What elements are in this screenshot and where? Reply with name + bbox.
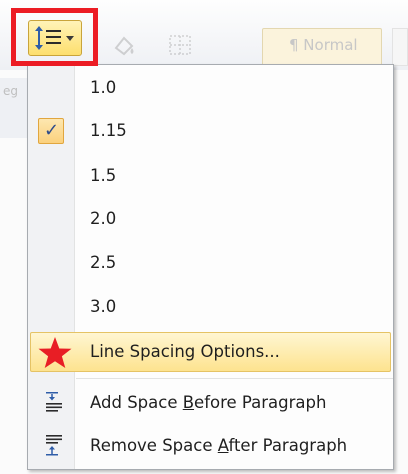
menu-item-spacing-1-15[interactable]: ✓ 1.15 bbox=[30, 111, 391, 151]
menu-item-spacing-1-0[interactable]: 1.0 bbox=[30, 68, 391, 108]
check-icon: ✓ bbox=[44, 120, 60, 141]
checked-indicator: ✓ bbox=[38, 118, 64, 144]
menu-item-label: 2.5 bbox=[90, 253, 117, 272]
mnemonic-letter: B bbox=[182, 393, 195, 412]
line-spacing-icon bbox=[35, 26, 74, 50]
menu-item-label: 1.15 bbox=[90, 121, 127, 140]
label-part: fter Paragraph bbox=[228, 436, 348, 455]
menu-item-remove-space-after[interactable]: Remove Space After Paragraph bbox=[30, 426, 391, 466]
label-part: Add Space bbox=[90, 393, 183, 412]
left-fragment-text: eg bbox=[3, 84, 18, 98]
borders-icon bbox=[169, 35, 191, 55]
menu-item-spacing-2-5[interactable]: 2.5 bbox=[30, 243, 391, 283]
add-space-before-icon bbox=[46, 392, 62, 412]
menu-item-label: 1.5 bbox=[90, 166, 117, 185]
chevron-down-icon bbox=[66, 36, 74, 41]
menu-item-add-space-before[interactable]: Add Space Before Paragraph bbox=[30, 383, 391, 423]
remove-space-after-icon bbox=[46, 435, 62, 456]
label-part: Remove Space bbox=[90, 436, 218, 455]
star-icon bbox=[38, 337, 72, 368]
menu-item-label: Add Space Before Paragraph bbox=[90, 383, 326, 423]
menu-item-label: 1.0 bbox=[90, 78, 117, 97]
menu-item-label: 2.0 bbox=[90, 209, 117, 228]
normal-style-label: ¶ Normal bbox=[289, 36, 358, 54]
menu-item-spacing-2-0[interactable]: 2.0 bbox=[30, 199, 391, 239]
line-spacing-menu: 1.0 ✓ 1.15 1.5 2.0 2.5 3.0 Line Spacing … bbox=[27, 64, 394, 470]
style-gallery-edge bbox=[392, 28, 408, 66]
normal-style-gallery-item[interactable]: ¶ Normal bbox=[262, 28, 382, 66]
menu-item-label: Line Spacing Options... bbox=[90, 342, 280, 361]
menu-item-spacing-3-0[interactable]: 3.0 bbox=[30, 287, 391, 327]
left-ribbon-stub: eg bbox=[0, 78, 28, 138]
mnemonic-letter: A bbox=[217, 436, 229, 455]
menu-item-label: Remove Space After Paragraph bbox=[90, 426, 347, 466]
shading-icon bbox=[114, 36, 134, 56]
line-spacing-button[interactable] bbox=[28, 20, 82, 56]
label-part: efore Paragraph bbox=[194, 393, 327, 412]
menu-separator bbox=[76, 378, 393, 379]
menu-item-label: 3.0 bbox=[90, 297, 117, 316]
menu-item-spacing-1-5[interactable]: 1.5 bbox=[30, 156, 391, 196]
menu-item-line-spacing-options[interactable]: Line Spacing Options... bbox=[30, 332, 391, 372]
